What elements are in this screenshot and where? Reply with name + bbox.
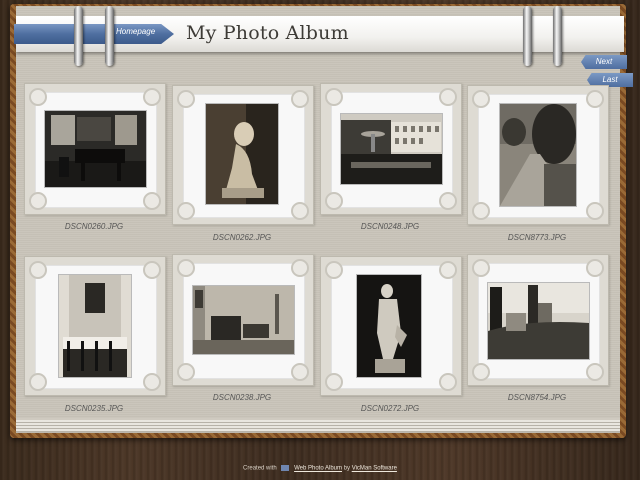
photo-frame <box>24 256 166 396</box>
photo-caption[interactable]: DSCN0260.JPG <box>24 222 164 231</box>
photo-frame <box>172 85 314 225</box>
homepage-link[interactable]: Homepage <box>116 27 155 36</box>
photo-interior-piano[interactable] <box>45 111 146 187</box>
photo-caption[interactable]: DSCN0262.JPG <box>172 233 312 242</box>
photo-frame <box>320 83 462 215</box>
footer: Created with Web Photo Album by VicMan S… <box>0 465 640 472</box>
next-button[interactable]: Next <box>581 55 627 69</box>
photo-dining-room[interactable] <box>59 275 131 377</box>
web-photo-album-link[interactable]: Web Photo Album <box>294 466 342 472</box>
footer-created-with: Created with <box>243 465 277 472</box>
page-title: My Photo Album <box>186 22 349 44</box>
photo-frame <box>24 83 166 215</box>
photo-frame <box>320 256 462 396</box>
binder-ring-icon <box>74 6 83 66</box>
photo-frame <box>467 85 609 225</box>
binder-ring-icon <box>523 6 532 66</box>
photo-frame <box>467 254 609 386</box>
photo-tower-landscape[interactable] <box>488 283 589 359</box>
binder-ring-icon <box>553 6 562 66</box>
photo-interior-room[interactable] <box>193 286 294 354</box>
footer-by: by <box>343 465 351 472</box>
photo-caption[interactable]: DSCN0272.JPG <box>320 404 460 413</box>
photo-statue-standing[interactable] <box>357 275 421 377</box>
photo-garden-path[interactable] <box>500 104 576 206</box>
photo-caption[interactable]: DSCN0238.JPG <box>172 393 312 402</box>
photo-palace-fountain[interactable] <box>341 114 442 184</box>
photo-caption[interactable]: DSCN8754.JPG <box>467 393 607 402</box>
photo-statue-seated[interactable] <box>206 104 278 204</box>
photo-caption[interactable]: DSCN8773.JPG <box>467 233 607 242</box>
binder-ring-icon <box>105 6 114 66</box>
web-photo-album-icon <box>281 465 290 471</box>
vicman-software-link[interactable]: VicMan Software <box>352 466 397 472</box>
photo-caption[interactable]: DSCN0248.JPG <box>320 222 460 231</box>
photo-frame <box>172 254 314 386</box>
photo-caption[interactable]: DSCN0235.JPG <box>24 404 164 413</box>
